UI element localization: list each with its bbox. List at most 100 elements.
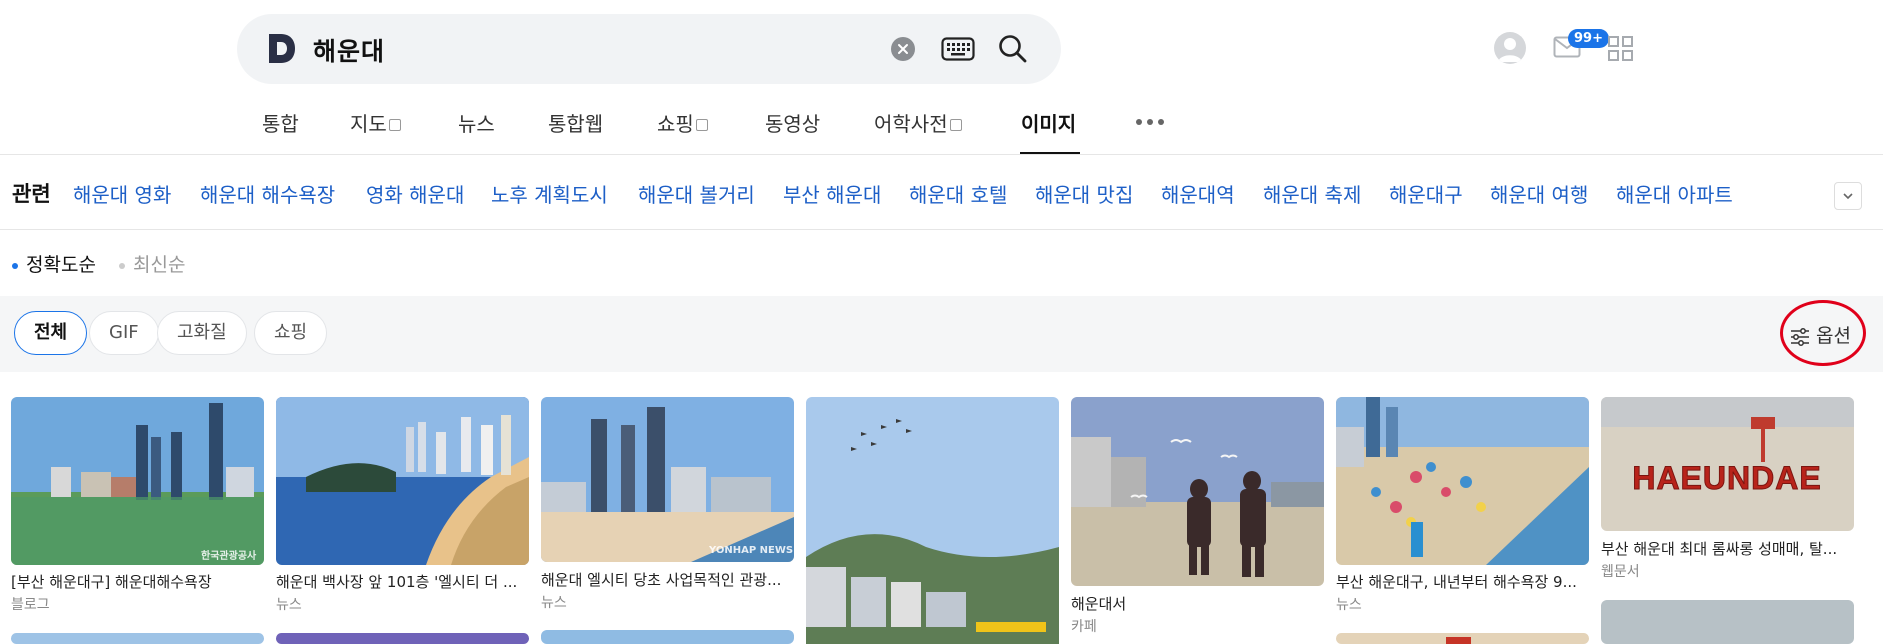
- close-icon: [898, 44, 908, 54]
- related-link[interactable]: 노후 계획도시: [491, 179, 608, 208]
- tab-map[interactable]: 지도: [350, 108, 401, 137]
- result-source: 블로그: [11, 597, 50, 613]
- tab-dictionary[interactable]: 어학사전: [874, 108, 962, 137]
- tab-label: 통합: [262, 112, 299, 136]
- divider: [0, 154, 1883, 155]
- watermark: YONHAP NEWS: [709, 545, 794, 556]
- related-link[interactable]: 해운대 아파트: [1616, 179, 1733, 208]
- result-source: 뉴스: [276, 597, 302, 613]
- result-thumbnail[interactable]: [276, 397, 529, 565]
- related-link[interactable]: 해운대 영화: [73, 179, 171, 208]
- dot-icon: [119, 262, 125, 269]
- search-box[interactable]: 해운대: [237, 14, 1061, 84]
- result-image: [1446, 637, 1471, 644]
- related-link[interactable]: 해운대 해수욕장: [200, 179, 335, 208]
- tab-label: 어학사전: [874, 112, 948, 136]
- tab-web[interactable]: 통합웹: [548, 108, 603, 137]
- result-thumbnail[interactable]: [1336, 633, 1589, 644]
- tab-label: 쇼핑: [657, 112, 694, 136]
- beach-night-image: [276, 397, 529, 565]
- divider: [0, 229, 1883, 230]
- keyboard-icon[interactable]: [941, 36, 975, 62]
- related-link[interactable]: 해운대 맛집: [1035, 179, 1133, 208]
- result-source: 카페: [1071, 619, 1097, 635]
- expand-related-button[interactable]: [1834, 182, 1862, 210]
- related-link[interactable]: 해운대역: [1161, 179, 1235, 208]
- result-thumbnail[interactable]: [806, 397, 1059, 644]
- tab-images[interactable]: 이미지: [1021, 108, 1076, 137]
- filter-chip-all[interactable]: 전체: [14, 311, 88, 355]
- more-tabs-button[interactable]: [1136, 119, 1166, 125]
- external-link-icon: [949, 119, 962, 131]
- result-thumbnail[interactable]: [276, 633, 529, 644]
- result-thumbnail[interactable]: YONHAP NEWS: [541, 397, 794, 562]
- filter-chip-gif[interactable]: GIF: [89, 311, 159, 355]
- tab-all[interactable]: 통합: [262, 108, 299, 137]
- result-title[interactable]: 해운대 엘시티 당초 사업목적인 관광...: [541, 569, 794, 590]
- related-link[interactable]: 해운대구: [1389, 179, 1463, 208]
- result-thumbnail[interactable]: [1071, 397, 1324, 586]
- sign-text: HAEUNDAE: [1632, 460, 1821, 496]
- related-link[interactable]: 영화 해운대: [366, 179, 464, 208]
- result-source: 웹문서: [1601, 564, 1640, 580]
- dot-icon: [1136, 119, 1142, 125]
- tab-news[interactable]: 뉴스: [458, 108, 495, 137]
- sort-label: 정확도순: [26, 254, 96, 276]
- tab-label: 통합웹: [548, 112, 604, 136]
- result-title[interactable]: 해운대 백사장 앞 101층 '엘시티 더 ...: [276, 571, 529, 592]
- search-icon[interactable]: [997, 33, 1029, 65]
- beach-couple-image: [1071, 397, 1324, 586]
- result-thumbnail[interactable]: 한국관광공사: [11, 397, 264, 565]
- result-title[interactable]: [부산 해운대구] 해운대해수욕장: [11, 571, 264, 592]
- result-thumbnail[interactable]: [541, 630, 794, 644]
- mail-count-badge: 99+: [1568, 29, 1609, 48]
- result-title[interactable]: 부산 해운대 최대 롬싸롱 성매매, 탈...: [1601, 538, 1854, 559]
- highlight-annotation: [1780, 300, 1866, 366]
- result-title[interactable]: 해운대서: [1071, 593, 1324, 614]
- result-thumbnail[interactable]: [1601, 600, 1854, 644]
- tab-shopping[interactable]: 쇼핑: [657, 108, 708, 137]
- sort-accuracy[interactable]: 정확도순: [12, 250, 96, 277]
- tab-label: 이미지: [1021, 112, 1077, 136]
- image-result[interactable]: [806, 397, 1059, 644]
- filter-chip-shopping[interactable]: 쇼핑: [254, 311, 328, 355]
- related-link[interactable]: 해운대 볼거리: [638, 179, 755, 208]
- result-thumbnail[interactable]: [1336, 397, 1589, 565]
- lct-towers-image: [541, 397, 794, 562]
- result-source: 뉴스: [1336, 597, 1362, 613]
- dot-icon: [1158, 119, 1164, 125]
- beach-towers-image: [11, 397, 264, 565]
- related-title: 관련: [12, 182, 51, 206]
- related-link[interactable]: 해운대 축제: [1263, 179, 1361, 208]
- tab-label: 지도: [350, 112, 387, 136]
- tab-video[interactable]: 동영상: [765, 108, 820, 137]
- dot-icon: [1147, 119, 1153, 125]
- selected-dot-icon: [12, 262, 18, 269]
- clear-search-button[interactable]: [891, 37, 915, 61]
- filter-bar: 전체 GIF 고화질 쇼핑 옵션: [0, 296, 1883, 372]
- tab-label: 동영상: [765, 112, 821, 136]
- external-link-icon: [695, 119, 708, 131]
- user-icon: [1498, 38, 1522, 62]
- avatar[interactable]: [1494, 32, 1526, 64]
- related-link[interactable]: 부산 해운대: [783, 179, 881, 208]
- tab-label: 뉴스: [458, 112, 495, 136]
- haeundae-sign-image: HAEUNDAE: [1601, 397, 1854, 531]
- result-title[interactable]: 부산 해운대구, 내년부터 해수욕장 9...: [1336, 571, 1589, 592]
- search-query-input[interactable]: 해운대: [313, 32, 385, 68]
- result-source: 뉴스: [541, 595, 567, 611]
- sort-latest[interactable]: 최신순: [119, 250, 185, 277]
- chevron-down-icon: [1843, 193, 1853, 200]
- external-link-icon: [388, 119, 401, 131]
- airshow-city-image: [806, 397, 1059, 644]
- related-link[interactable]: 해운대 호텔: [909, 179, 1007, 208]
- crowded-beach-image: [1336, 397, 1589, 565]
- result-thumbnail[interactable]: [11, 633, 264, 644]
- related-link[interactable]: 해운대 여행: [1490, 179, 1588, 208]
- filter-chip-hd[interactable]: 고화질: [157, 311, 247, 355]
- daum-logo[interactable]: [267, 32, 297, 65]
- watermark: 한국관광공사: [201, 551, 257, 562]
- sort-label: 최신순: [133, 254, 186, 276]
- result-thumbnail[interactable]: HAEUNDAE: [1601, 397, 1854, 531]
- apps-grid-icon[interactable]: [1608, 36, 1633, 61]
